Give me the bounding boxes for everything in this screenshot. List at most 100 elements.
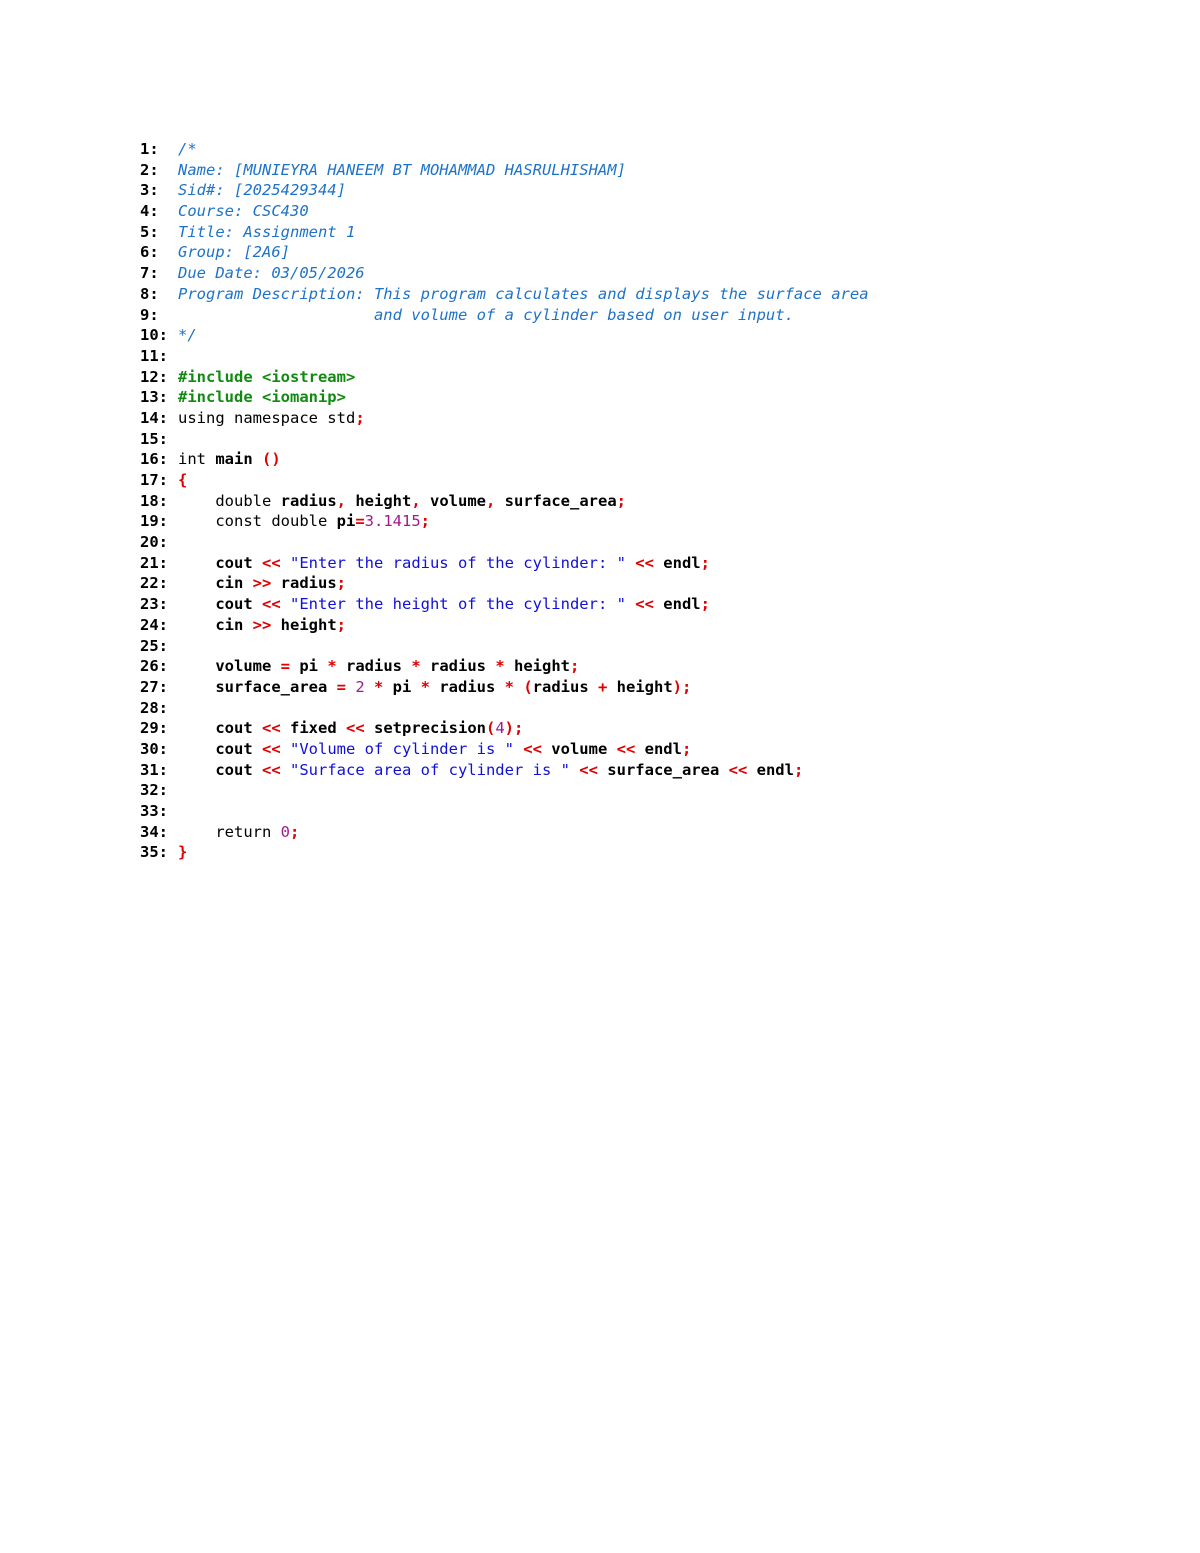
code-text: Name: [MUNIEYRA HANEEM BT MOHAMMAD HASRU… [178, 160, 626, 181]
line-number: 30: [140, 739, 168, 758]
line-number: 24: [140, 615, 168, 634]
code-text: /* [178, 139, 197, 160]
line-number: 15: [140, 429, 168, 448]
code-token: volume [430, 491, 486, 510]
code-token: () [262, 450, 281, 469]
code-token: ; [793, 760, 804, 779]
code-line: 14: using namespace std; [140, 408, 869, 429]
code-token: ; [570, 657, 580, 676]
code-line: 5: Title: Assignment 1 [140, 222, 869, 243]
code-token: 4 [495, 719, 505, 738]
code-token: * [495, 657, 514, 676]
line-number: 27: [140, 677, 168, 696]
code-token: 2 [355, 677, 374, 696]
code-token: << [579, 760, 608, 779]
code-text: } [178, 842, 187, 863]
code-line: 10: */ [140, 325, 869, 346]
code-token: height [355, 491, 412, 510]
code-token: using namespace std [178, 408, 356, 427]
code-text: surface_area = 2 * pi * radius * (radius… [178, 677, 691, 698]
line-number: 21: [140, 553, 168, 572]
code-token: and volume of a cylinder based on user i… [178, 305, 794, 324]
code-token: pi [392, 677, 421, 696]
code-token: << [346, 719, 374, 738]
code-text: #include <iostream> [178, 367, 355, 388]
code-text: cin >> height; [178, 615, 346, 636]
code-token: ( [485, 719, 496, 738]
code-token: volume [551, 739, 617, 758]
code-token: } [178, 843, 188, 862]
code-text: return 0; [178, 822, 299, 843]
line-number: 22: [140, 574, 168, 593]
code-text: #include <iomanip> [178, 387, 346, 408]
code-token: surface_area [607, 760, 729, 779]
code-line: 16: int main () [140, 449, 869, 470]
code-token: ; [616, 491, 626, 510]
code-token: ); [672, 677, 692, 696]
code-token: Due Date: 03/05/2026 [178, 264, 365, 283]
line-number: 4: [140, 202, 159, 221]
code-token: main [215, 450, 262, 469]
code-text: double radius, height, volume, surface_a… [178, 491, 626, 512]
code-token: radius [532, 677, 598, 696]
code-text: volume = pi * radius * radius * height; [178, 656, 579, 677]
line-number: 9: [140, 305, 159, 324]
code-line: 20: [140, 532, 869, 553]
code-token: >> [252, 615, 281, 634]
code-text: Program Description: This program calcul… [178, 284, 869, 305]
code-line: 31: cout << "Surface area of cylinder is… [140, 760, 869, 781]
line-number: 26: [140, 657, 168, 676]
code-token: radius [280, 574, 337, 593]
code-line: 7: Due Date: 03/05/2026 [140, 263, 869, 284]
code-token: const double [178, 512, 337, 531]
code-token: { [178, 471, 188, 489]
code-token: * [420, 677, 440, 696]
document-page: 1: /* 2: Name: [MUNIEYRA HANEEM BT MOHAMMAD… [0, 0, 1200, 1553]
code-token: * [327, 657, 346, 676]
code-line: 12: #include <iostream> [140, 367, 869, 388]
code-token: ; [681, 739, 692, 758]
line-number: 31: [140, 760, 168, 779]
code-token: << [728, 760, 757, 779]
code-line: 18: double radius, height, volume, surfa… [140, 491, 869, 512]
code-token: << [523, 739, 552, 758]
code-token: Course: CSC430 [178, 202, 309, 221]
line-number: 29: [140, 719, 168, 738]
code-token: * [411, 657, 430, 676]
code-token: = [336, 677, 356, 696]
line-number: 17: [140, 471, 168, 489]
code-token: cout [178, 739, 262, 758]
code-token: << [262, 760, 290, 779]
code-line: 2: Name: [MUNIEYRA HANEEM BT MOHAMMAD HAS… [140, 160, 869, 181]
code-line: 1: /* [140, 139, 869, 160]
code-line: 15: [140, 429, 869, 450]
code-token: ; [420, 512, 430, 531]
code-line: 29: cout << fixed << setprecision(4); [140, 718, 869, 739]
code-text: const double pi=3.1415; [178, 511, 430, 532]
line-number: 34: [140, 822, 168, 841]
code-text: cout << "Surface area of cylinder is " <… [178, 760, 803, 781]
code-token: volume [178, 657, 281, 676]
code-token: /* [178, 140, 197, 158]
line-number: 19: [140, 512, 168, 531]
code-token: Name: [MUNIEYRA HANEEM BT MOHAMMAD HASRU… [178, 160, 626, 179]
code-line: 34: return 0; [140, 822, 869, 843]
line-number: 32: [140, 781, 168, 800]
code-token: ; [336, 615, 346, 634]
code-token: "Volume of cylinder is " [290, 739, 524, 758]
code-token: cout [178, 553, 262, 572]
code-token: ; [336, 574, 346, 593]
code-token: << [262, 739, 290, 758]
line-number: 5: [140, 222, 159, 241]
line-number: 33: [140, 802, 168, 820]
code-token: Program Description: This program calcul… [178, 284, 869, 303]
code-token: cout [178, 719, 262, 738]
code-token: * [373, 677, 393, 696]
code-text: cin >> radius; [178, 573, 346, 594]
code-text: Title: Assignment 1 [178, 222, 355, 243]
code-token: pi [299, 657, 328, 676]
code-token: height [514, 657, 570, 676]
code-text: { [178, 470, 187, 491]
code-token: int [178, 450, 216, 469]
line-number: 10: [140, 326, 168, 345]
